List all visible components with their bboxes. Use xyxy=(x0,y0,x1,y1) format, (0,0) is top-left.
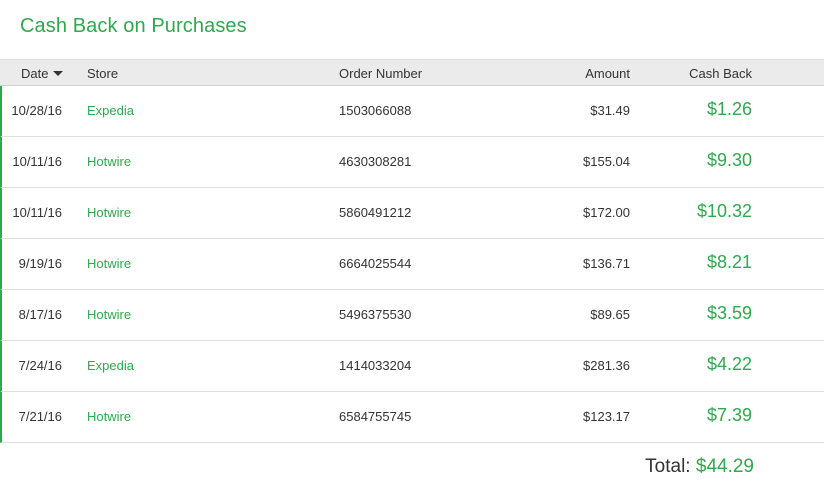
table-row: 7/24/16 Expedia 1414033204 $281.36 $4.22 xyxy=(0,341,824,392)
table-row: 7/21/16 Hotwire 6584755745 $123.17 $7.39 xyxy=(0,392,824,443)
column-header-store[interactable]: Store xyxy=(87,66,118,81)
cell-store-link[interactable]: Hotwire xyxy=(87,307,131,322)
cell-cash-back: $8.21 xyxy=(706,252,752,272)
cell-amount: $155.04 xyxy=(583,154,630,169)
table-row: 8/17/16 Hotwire 5496375530 $89.65 $3.59 xyxy=(0,290,824,341)
table-row: 9/19/16 Hotwire 6664025544 $136.71 $8.21 xyxy=(0,239,824,290)
cell-order-number: 5496375530 xyxy=(339,307,412,322)
table-header: Date Store Order Number Amount Cash Back xyxy=(0,59,824,86)
cell-store-link[interactable]: Hotwire xyxy=(87,205,131,220)
cell-store-link[interactable]: Expedia xyxy=(87,358,134,373)
cell-cash-back: $3.59 xyxy=(706,303,752,323)
total-summary: Total: $44.29 xyxy=(645,456,754,478)
table-row: 10/11/16 Hotwire 5860491212 $172.00 $10.… xyxy=(0,188,824,239)
cell-store-link[interactable]: Hotwire xyxy=(87,409,131,424)
column-header-cash-back[interactable]: Cash Back xyxy=(689,66,752,81)
cell-cash-back: $7.39 xyxy=(706,405,752,425)
cell-amount: $123.17 xyxy=(583,409,630,424)
total-value: $44.29 xyxy=(695,456,754,477)
column-header-date-label: Date xyxy=(21,66,49,81)
cell-date: 9/19/16 xyxy=(18,256,62,271)
cell-date: 7/24/16 xyxy=(18,358,62,373)
cell-date: 10/11/16 xyxy=(12,154,62,169)
cell-date: 10/28/16 xyxy=(11,103,62,118)
caret-down-icon xyxy=(53,71,64,76)
column-header-date[interactable]: Date xyxy=(21,66,64,81)
cell-order-number: 1503066088 xyxy=(339,103,412,118)
cell-amount: $89.65 xyxy=(590,307,630,322)
column-header-order-number[interactable]: Order Number xyxy=(339,66,422,81)
cell-amount: $136.71 xyxy=(583,256,630,271)
cell-order-number: 4630308281 xyxy=(339,154,412,169)
cell-amount: $31.49 xyxy=(590,103,630,118)
table-row: 10/11/16 Hotwire 4630308281 $155.04 $9.3… xyxy=(0,137,824,188)
purchases-table-body: 10/28/16 Expedia 1503066088 $31.49 $1.26… xyxy=(0,86,824,443)
cell-cash-back: $10.32 xyxy=(696,201,752,221)
page-title: Cash Back on Purchases xyxy=(20,15,247,37)
cell-date: 10/11/16 xyxy=(12,205,62,220)
cell-order-number: 1414033204 xyxy=(339,358,412,373)
table-row: 10/28/16 Expedia 1503066088 $31.49 $1.26 xyxy=(0,86,824,137)
cell-order-number: 6584755745 xyxy=(339,409,412,424)
cell-store-link[interactable]: Hotwire xyxy=(87,256,131,271)
total-label: Total: xyxy=(645,456,691,477)
cell-date: 7/21/16 xyxy=(18,409,62,424)
cell-cash-back: $1.26 xyxy=(706,99,752,119)
cell-order-number: 5860491212 xyxy=(339,205,412,220)
cell-store-link[interactable]: Hotwire xyxy=(87,154,131,169)
cell-cash-back: $9.30 xyxy=(706,150,752,170)
cell-cash-back: $4.22 xyxy=(706,354,752,374)
cell-date: 8/17/16 xyxy=(18,307,62,322)
cell-order-number: 6664025544 xyxy=(339,256,412,271)
cell-amount: $172.00 xyxy=(583,205,630,220)
cell-amount: $281.36 xyxy=(583,358,630,373)
cell-store-link[interactable]: Expedia xyxy=(87,103,134,118)
column-header-amount[interactable]: Amount xyxy=(585,66,630,81)
